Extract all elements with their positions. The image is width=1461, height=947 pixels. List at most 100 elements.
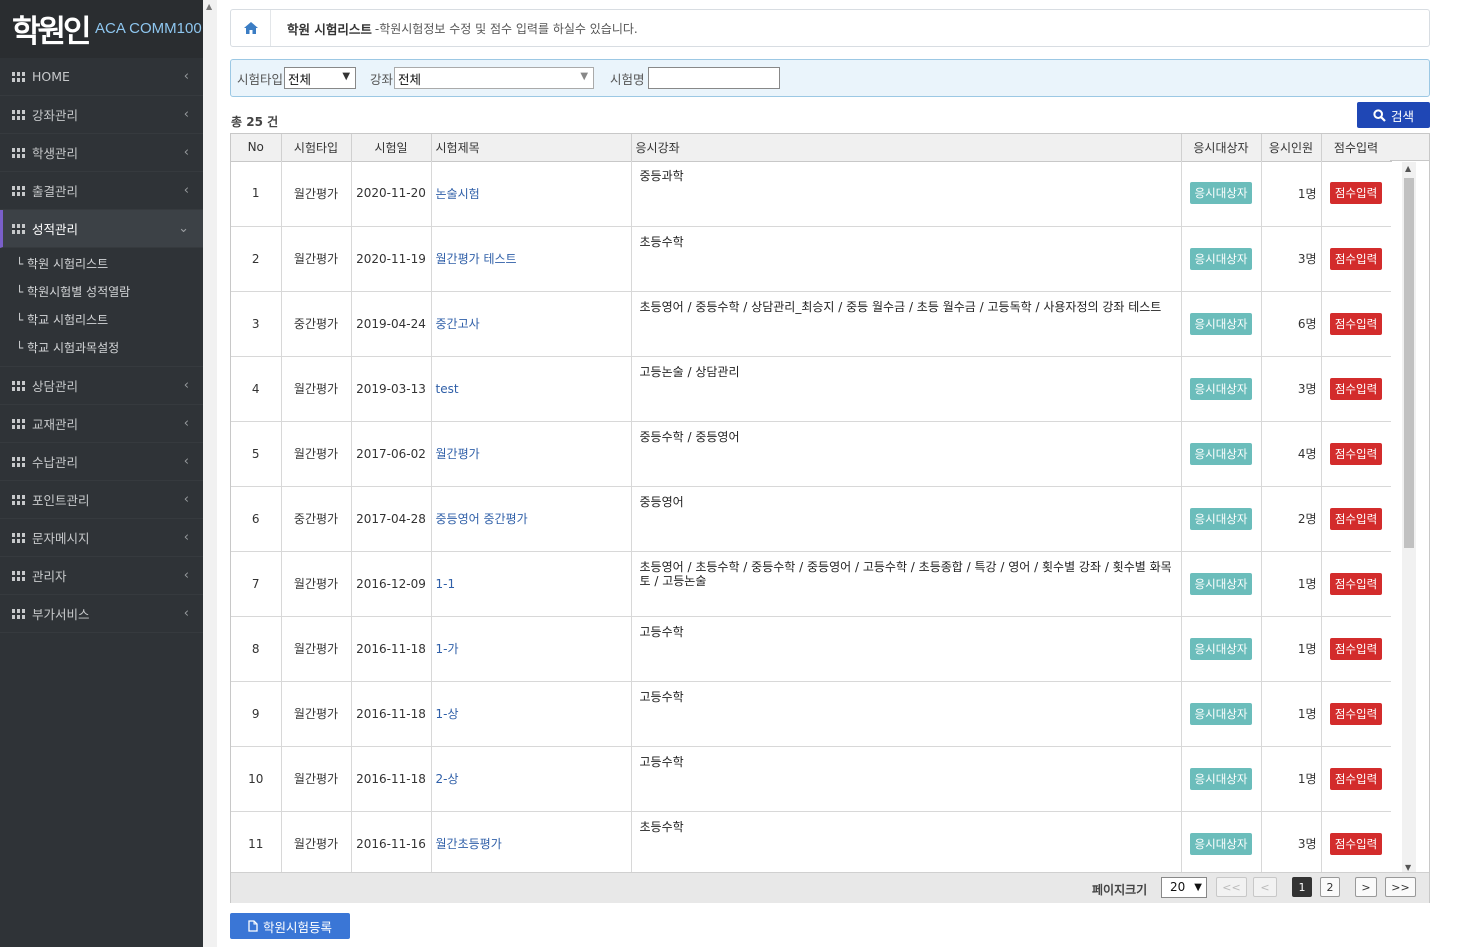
first-page-button[interactable]: <<: [1216, 877, 1247, 897]
sidebar-item-9[interactable]: 문자메시지 ‹: [0, 519, 203, 557]
score-input-button[interactable]: 점수입력: [1329, 832, 1383, 855]
last-page-button[interactable]: >>: [1385, 877, 1416, 897]
sidebar-item-4[interactable]: 성적관리 ⌄: [0, 210, 203, 248]
sidebar-item-5[interactable]: 상담관리 ‹: [0, 367, 203, 405]
search-button[interactable]: 검색: [1357, 102, 1430, 128]
score-input-button[interactable]: 점수입력: [1329, 572, 1383, 595]
cell-title-link[interactable]: 월간초등평가: [431, 811, 632, 872]
register-exam-button[interactable]: 학원시험등록: [230, 913, 350, 939]
cell-score: 점수입력: [1321, 811, 1391, 872]
score-input-button[interactable]: 점수입력: [1329, 507, 1383, 530]
page-1-button[interactable]: 1: [1292, 877, 1312, 897]
target-button[interactable]: 응시대상자: [1189, 572, 1253, 595]
column-header-7[interactable]: 점수입력: [1321, 134, 1392, 162]
cell-title-link[interactable]: 월간평가 테스트: [431, 226, 632, 292]
sidebar-subitem-1[interactable]: └ 학원시험별 성적열람: [0, 278, 203, 306]
target-button[interactable]: 응시대상자: [1189, 182, 1253, 205]
cell-title-link[interactable]: 월간평가: [431, 421, 632, 487]
sidebar-scrollbar[interactable]: ▲: [203, 0, 217, 947]
home-icon[interactable]: [231, 10, 271, 46]
sidebar-item-7[interactable]: 수납관리 ‹: [0, 443, 203, 481]
target-button[interactable]: 응시대상자: [1189, 442, 1253, 465]
register-exam-label: 학원시험등록: [262, 919, 332, 935]
cell-title-link[interactable]: 1-가: [431, 616, 632, 682]
exam-type-value: 전체: [288, 71, 312, 87]
table-scrollbar[interactable]: ▲ ▼: [1402, 162, 1416, 872]
column-header-4[interactable]: 응시강좌: [631, 134, 1182, 162]
column-header-3[interactable]: 시험제목: [431, 134, 632, 162]
column-header-1[interactable]: 시험타입: [281, 134, 352, 162]
course-select[interactable]: 전체 ▼: [394, 67, 595, 89]
exam-type-select[interactable]: 전체 ▼: [284, 67, 357, 89]
score-input-button[interactable]: 점수입력: [1329, 637, 1383, 660]
target-button[interactable]: 응시대상자: [1189, 702, 1253, 725]
table-row[interactable]: 6 중간평가 2017-04-28 중등영어 중간평가 중등영어 응시대상자 2명 점수입력: [231, 486, 1391, 552]
sidebar-item-3[interactable]: 출결관리 ‹: [0, 172, 203, 210]
document-icon: [248, 920, 258, 932]
target-button[interactable]: 응시대상자: [1189, 377, 1253, 400]
target-button[interactable]: 응시대상자: [1189, 507, 1253, 530]
sidebar-subitem-2[interactable]: └ 학교 시험리스트: [0, 306, 203, 334]
prev-page-button[interactable]: <: [1253, 877, 1277, 897]
page-2-button[interactable]: 2: [1320, 877, 1340, 897]
exam-name-input[interactable]: [647, 67, 780, 89]
scroll-up-icon[interactable]: ▲: [206, 2, 212, 11]
scroll-down-icon[interactable]: ▼: [1405, 863, 1411, 872]
cell-title-link[interactable]: 2-상: [431, 746, 632, 812]
table-row[interactable]: 10 월간평가 2016-11-18 2-상 고등수학 응시대상자 1명 점수입력: [231, 746, 1391, 812]
score-input-button[interactable]: 점수입력: [1329, 702, 1383, 725]
next-page-button[interactable]: >: [1355, 877, 1377, 897]
cell-title-link[interactable]: 1-1: [431, 551, 632, 617]
table-row[interactable]: 11 월간평가 2016-11-16 월간초등평가 초등수학 응시대상자 3명 점수입력: [231, 811, 1391, 872]
sidebar-item-2[interactable]: 학생관리 ‹: [0, 134, 203, 172]
cell-title-link[interactable]: test: [431, 356, 632, 422]
breadcrumb: 학원 시험리스트 -학원시험정보 수정 및 점수 입력를 하실수 있습니다.: [230, 9, 1430, 47]
sidebar-subitem-0[interactable]: └ 학원 시험리스트: [0, 250, 203, 278]
score-input-button[interactable]: 점수입력: [1329, 312, 1383, 335]
table-row[interactable]: 2 월간평가 2020-11-19 월간평가 테스트 초등수학 응시대상자 3명 점수입력: [231, 226, 1391, 292]
sidebar-item-11[interactable]: 부가서비스 ‹: [0, 595, 203, 633]
cell-score: 점수입력: [1321, 681, 1391, 747]
score-input-button[interactable]: 점수입력: [1329, 182, 1383, 205]
cell-title-link[interactable]: 중간고사: [431, 291, 632, 357]
sidebar-item-1[interactable]: 강좌관리 ‹: [0, 96, 203, 134]
target-button[interactable]: 응시대상자: [1189, 832, 1253, 855]
score-input-button[interactable]: 점수입력: [1329, 442, 1383, 465]
score-input-button[interactable]: 점수입력: [1329, 377, 1383, 400]
table-row[interactable]: 1 월간평가 2020-11-20 논술시험 중등과학 응시대상자 1명 점수입력: [231, 161, 1391, 227]
logo-subtitle: ACA COMM100: [95, 20, 202, 37]
cell-title-link[interactable]: 1-상: [431, 681, 632, 747]
table-row[interactable]: 8 월간평가 2016-11-18 1-가 고등수학 응시대상자 1명 점수입력: [231, 616, 1391, 682]
cell-title-link[interactable]: 논술시험: [431, 161, 632, 227]
scroll-thumb[interactable]: [1404, 178, 1414, 548]
page-size-select[interactable]: 20 ▼: [1161, 877, 1207, 898]
target-button[interactable]: 응시대상자: [1189, 637, 1253, 660]
table-row[interactable]: 5 월간평가 2017-06-02 월간평가 중등수학 / 중등영어 응시대상자 4명 점수입…: [231, 421, 1391, 487]
target-button[interactable]: 응시대상자: [1189, 767, 1253, 790]
column-header-5[interactable]: 응시대상자: [1181, 134, 1262, 162]
target-button[interactable]: 응시대상자: [1189, 312, 1253, 335]
sidebar-subitem-3[interactable]: └ 학교 시험과목설정: [0, 334, 203, 362]
table-row[interactable]: 7 월간평가 2016-12-09 1-1 초등영어 / 초등수학 / 중등수학 / 중…: [231, 551, 1391, 617]
sidebar-item-label: 포인트관리: [32, 493, 90, 508]
grid-icon: [12, 147, 25, 158]
cell-target: 응시대상자: [1181, 226, 1262, 292]
target-button[interactable]: 응시대상자: [1189, 247, 1253, 270]
table-row[interactable]: 3 중간평가 2019-04-24 중간고사 초등영어 / 중등수학 / 상담관리_최승…: [231, 291, 1391, 357]
score-input-button[interactable]: 점수입력: [1329, 767, 1383, 790]
score-input-button[interactable]: 점수입력: [1329, 247, 1383, 270]
column-header-6[interactable]: 응시인원: [1261, 134, 1322, 162]
cell-no: 7: [231, 551, 282, 617]
column-header-2[interactable]: 시험일: [351, 134, 432, 162]
cell-title-link[interactable]: 중등영어 중간평가: [431, 486, 632, 552]
column-header-0[interactable]: No: [231, 134, 282, 162]
logo[interactable]: 학원인 ACA COMM100: [0, 0, 203, 58]
table-row[interactable]: 4 월간평가 2019-03-13 test 고등논술 / 상담관리 응시대상자 3명 점수입…: [231, 356, 1391, 422]
table-row[interactable]: 9 월간평가 2016-11-18 1-상 고등수학 응시대상자 1명 점수입력: [231, 681, 1391, 747]
scroll-up-icon[interactable]: ▲: [1405, 164, 1411, 173]
sidebar-item-6[interactable]: 교재관리 ‹: [0, 405, 203, 443]
sidebar-item-0[interactable]: HOME ‹: [0, 58, 203, 96]
sidebar-item-8[interactable]: 포인트관리 ‹: [0, 481, 203, 519]
cell-no: 10: [231, 746, 282, 812]
sidebar-item-10[interactable]: 관리자 ‹: [0, 557, 203, 595]
